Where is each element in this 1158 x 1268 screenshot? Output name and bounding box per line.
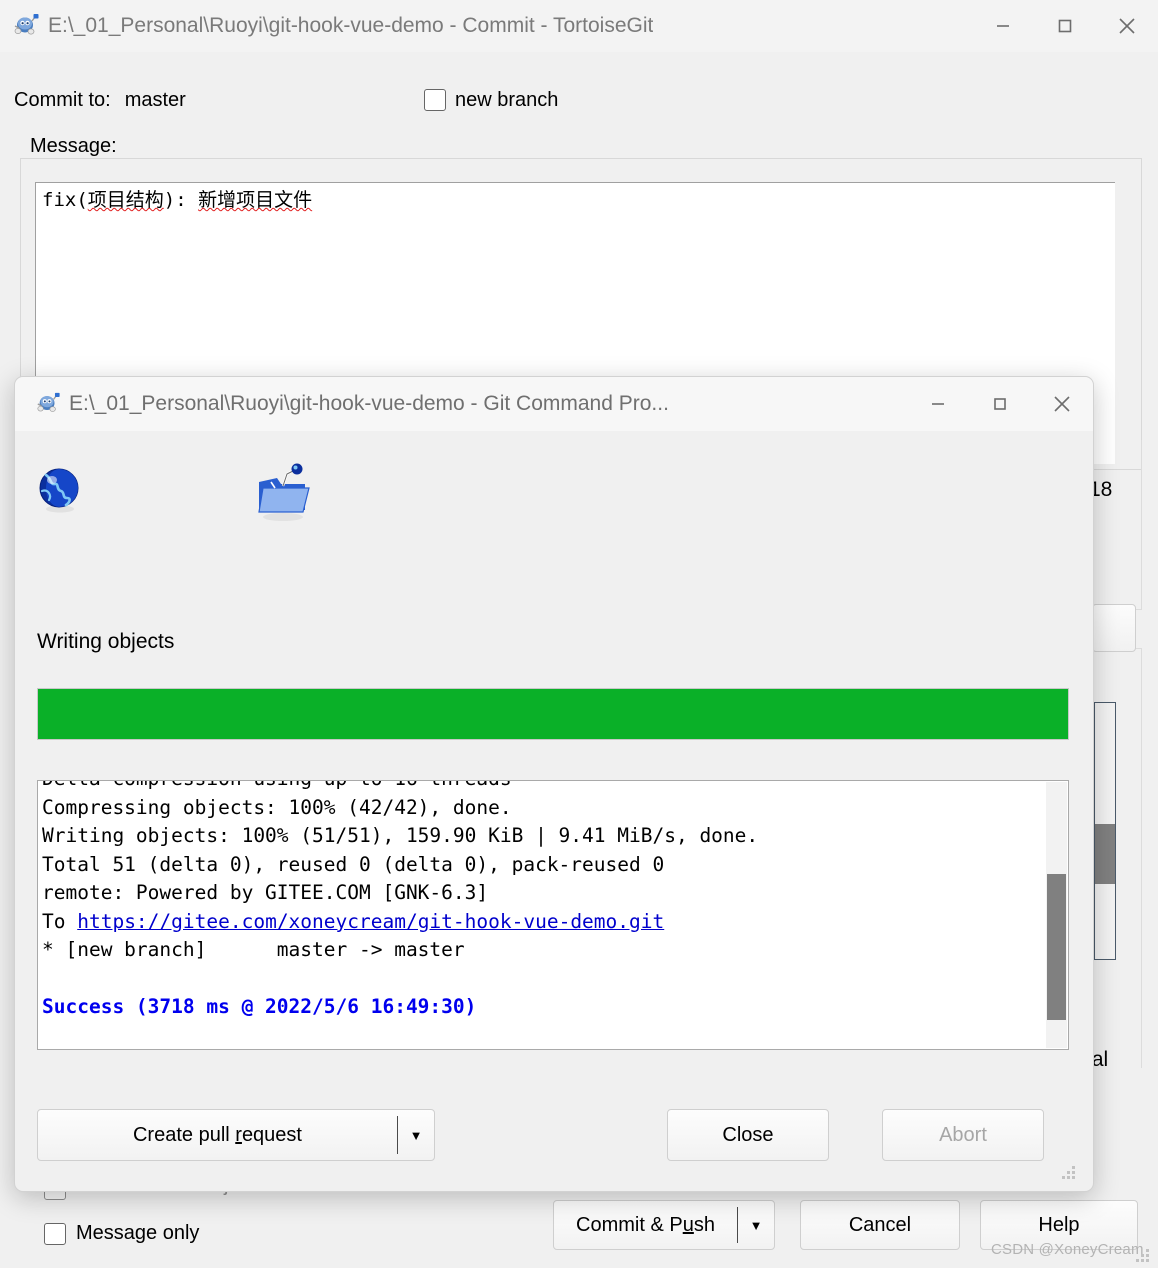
abort-button: Abort [882, 1109, 1044, 1161]
console-line: Writing objects: 100% (51/51), 159.90 Ki… [42, 824, 759, 847]
commit-to-label: Commit to: [14, 88, 111, 111]
commit-to-row: Commit to: master new branch [0, 80, 1158, 120]
folder-icon [253, 462, 313, 529]
console-branch-line: * [new branch] master -> master [42, 938, 465, 961]
new-branch-checkbox[interactable] [424, 89, 446, 111]
background-file-list-scrollbar[interactable] [1094, 702, 1116, 960]
commit-message-text: fix(项目结构): 新增项目文件 [36, 183, 1115, 213]
cancel-button[interactable]: Cancel [800, 1200, 960, 1250]
console-line: remote: Powered by GITEE.COM [GNK-6.3] [42, 881, 489, 904]
progress-bar [37, 688, 1069, 740]
main-titlebar: E:\_01_Personal\Ruoyi\git-hook-vue-demo … [0, 0, 1158, 52]
message-only-checkbox-group[interactable]: Message only [44, 1222, 199, 1245]
dialog-titlebar-buttons [907, 377, 1093, 431]
commit-to-branch-value[interactable]: master [125, 89, 186, 112]
message-subject: 新增项目文件 [198, 189, 313, 211]
progress-status-label: Writing objects [37, 630, 175, 653]
console-to-prefix: To [42, 909, 78, 933]
console-success-line: Success (3718 ms @ 2022/5/6 16:49:30) [42, 995, 477, 1018]
console-line: Total 51 (delta 0), reused 0 (delta 0), … [42, 852, 665, 876]
message-prefix: fix( [42, 189, 88, 211]
progress-bar-fill [38, 689, 1068, 739]
create-pull-request-label: Create pull request [132, 1123, 302, 1146]
csdn-watermark: CSDN @XoneyCream [991, 1241, 1144, 1258]
tortoisegit-icon [12, 12, 40, 40]
commit-and-push-label: Commit & Push [576, 1213, 715, 1236]
message-separator: ): [163, 189, 199, 211]
create-pull-request-button[interactable]: Create pull request ▼ [37, 1109, 435, 1161]
git-output-console[interactable]: Delta compression using up to 16 threads… [37, 780, 1069, 1050]
create-pr-dropdown-arrow-icon[interactable]: ▼ [398, 1110, 434, 1160]
maximize-icon[interactable] [969, 377, 1031, 431]
commit-and-push-button[interactable]: Commit & Push ▼ [553, 1200, 775, 1250]
close-icon[interactable] [1096, 0, 1158, 52]
dialog-titlebar: E:\_01_Personal\Ruoyi\git-hook-vue-demo … [15, 377, 1093, 431]
main-resize-grip[interactable] [1136, 1249, 1150, 1263]
git-output-text: Delta compression using up to 16 threads… [38, 781, 1068, 1022]
new-branch-checkbox-group[interactable]: new branch [424, 89, 558, 112]
console-scrollbar-thumb[interactable] [1047, 874, 1066, 1020]
tortoisegit-icon [35, 391, 61, 417]
new-branch-label: new branch [455, 88, 559, 111]
minimize-icon[interactable] [907, 377, 969, 431]
dialog-resize-grip[interactable] [1062, 1166, 1076, 1180]
close-icon[interactable] [1031, 377, 1093, 431]
remote-url-link[interactable]: https://gitee.com/xoneycream/git-hook-vu… [77, 910, 664, 933]
console-line: Compressing objects: 100% (42/42), done. [42, 795, 512, 819]
close-button[interactable]: Close [667, 1109, 829, 1161]
globe-icon [36, 467, 84, 520]
main-window-title: E:\_01_Personal\Ruoyi\git-hook-vue-demo … [48, 14, 654, 37]
main-titlebar-buttons [972, 0, 1158, 52]
minimize-icon[interactable] [972, 0, 1034, 52]
background-scrollbar-thumb[interactable] [1095, 824, 1115, 884]
background-partial-button[interactable] [1092, 604, 1136, 652]
console-line-clipped: Delta compression using up to 16 threads [42, 781, 512, 790]
message-only-checkbox[interactable] [44, 1222, 66, 1245]
maximize-icon[interactable] [1034, 0, 1096, 52]
message-groupbox-label: Message: [24, 135, 123, 158]
console-scrollbar[interactable] [1046, 782, 1067, 1048]
dialog-title: E:\_01_Personal\Ruoyi\git-hook-vue-demo … [69, 392, 669, 415]
commit-push-dropdown-arrow-icon[interactable]: ▼ [738, 1201, 774, 1249]
message-scope: 项目结构 [87, 189, 164, 211]
message-only-label: Message only [76, 1222, 200, 1244]
